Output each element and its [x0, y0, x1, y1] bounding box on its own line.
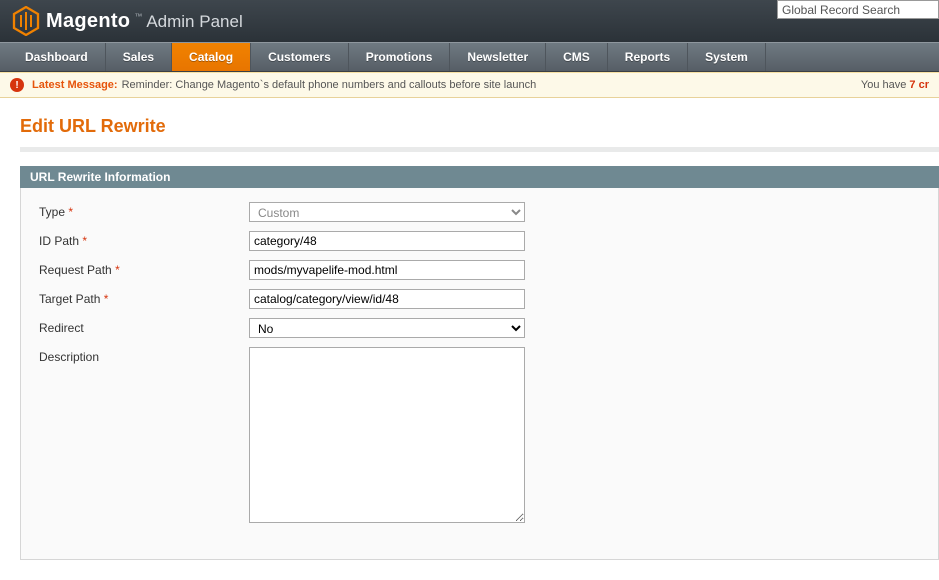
label-type: Type * — [39, 202, 249, 219]
label-description: Description — [39, 347, 249, 364]
row-description: Description — [39, 347, 920, 526]
type-select[interactable]: Custom — [249, 202, 525, 222]
fieldset: Type * Custom ID Path * Request Path * — [20, 188, 939, 560]
label-target-path: Target Path * — [39, 289, 249, 306]
brand-sub: Admin Panel — [146, 12, 242, 32]
alert-icon: ! — [10, 78, 24, 92]
row-type: Type * Custom — [39, 202, 920, 222]
message-right-prefix: You have — [861, 79, 910, 91]
nav-item-cms[interactable]: CMS — [546, 43, 608, 71]
page-title: Edit URL Rewrite — [20, 116, 939, 137]
label-id-path: ID Path * — [39, 231, 249, 248]
id-path-input[interactable] — [249, 231, 525, 251]
section-header: URL Rewrite Information — [20, 166, 939, 188]
row-id-path: ID Path * — [39, 231, 920, 251]
message-right: You have 7 cr — [861, 79, 929, 91]
nav-item-system[interactable]: System — [688, 43, 766, 71]
request-path-input[interactable] — [249, 260, 525, 280]
nav-item-catalog[interactable]: Catalog — [172, 43, 251, 71]
magento-logo-icon — [12, 6, 40, 36]
label-redirect: Redirect — [39, 318, 249, 335]
logo-wrap: Magento ™ Admin Panel — [12, 6, 243, 36]
main-nav: DashboardSalesCatalogCustomersPromotions… — [0, 42, 939, 72]
message-bar: ! Latest Message: Reminder: Change Magen… — [0, 72, 939, 98]
message-text: Reminder: Change Magento`s default phone… — [122, 79, 537, 91]
brand-tm: ™ — [134, 12, 142, 21]
message-right-count: 7 cr — [909, 79, 929, 91]
description-textarea[interactable] — [249, 347, 525, 523]
row-target-path: Target Path * — [39, 289, 920, 309]
title-divider — [20, 147, 939, 152]
nav-item-reports[interactable]: Reports — [608, 43, 688, 71]
form-section: URL Rewrite Information Type * Custom ID… — [20, 166, 939, 560]
nav-item-sales[interactable]: Sales — [106, 43, 172, 71]
target-path-input[interactable] — [249, 289, 525, 309]
nav-item-customers[interactable]: Customers — [251, 43, 349, 71]
row-request-path: Request Path * — [39, 260, 920, 280]
label-request-path: Request Path * — [39, 260, 249, 277]
global-search-input[interactable] — [777, 0, 939, 19]
row-redirect: Redirect No — [39, 318, 920, 338]
nav-item-promotions[interactable]: Promotions — [349, 43, 451, 71]
admin-header: Magento ™ Admin Panel — [0, 0, 939, 42]
brand-text: Magento ™ Admin Panel — [46, 10, 243, 33]
nav-item-newsletter[interactable]: Newsletter — [450, 43, 546, 71]
nav-item-dashboard[interactable]: Dashboard — [0, 43, 106, 71]
message-label: Latest Message: — [32, 79, 118, 91]
redirect-select[interactable]: No — [249, 318, 525, 338]
content-area: Edit URL Rewrite URL Rewrite Information… — [0, 98, 939, 560]
brand-main: Magento — [46, 10, 130, 33]
